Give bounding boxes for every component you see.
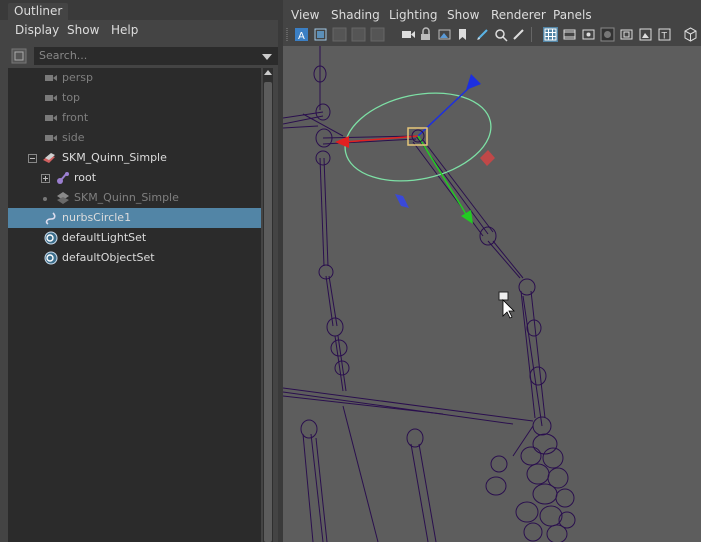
outliner-list: persp top front side SKM_Quinn_Simple ro… xyxy=(8,68,261,542)
menu-show[interactable]: Show xyxy=(447,8,479,22)
mouse-cursor-icon xyxy=(498,291,515,319)
outliner-item-front[interactable]: front xyxy=(8,108,261,128)
camera-icon xyxy=(45,115,57,121)
plane-handle-xz[interactable] xyxy=(480,150,495,166)
menu-view[interactable]: View xyxy=(291,8,319,22)
camera-icon xyxy=(45,75,57,81)
viewport-panel: View Shading Lighting Show Renderer Pane… xyxy=(283,0,701,542)
outliner-item-label: SKM_Quinn_Simple xyxy=(74,191,179,204)
outliner-tabbar: Outliner xyxy=(0,0,278,20)
set-icon xyxy=(44,251,58,265)
set-icon xyxy=(44,231,58,245)
select-camera-icon[interactable]: A xyxy=(294,27,309,42)
outliner-item-skm-quinn-mesh[interactable]: SKM_Quinn_Simple xyxy=(8,188,261,208)
resolution-gate-icon[interactable] xyxy=(581,27,596,42)
viewport-menubar: View Shading Lighting Show Renderer Pane… xyxy=(283,0,701,24)
outliner-item-label: front xyxy=(62,111,89,124)
outliner-item-label: defaultObjectSet xyxy=(62,251,155,264)
outliner-item-label: root xyxy=(74,171,97,184)
film-gate-icon[interactable] xyxy=(562,27,577,42)
menu-help[interactable]: Help xyxy=(111,23,138,37)
gate-mask-icon[interactable] xyxy=(600,27,615,42)
safe-action-icon[interactable] xyxy=(638,27,653,42)
viewport-toolbar: A T xyxy=(283,24,701,46)
outliner-item-label: top xyxy=(62,91,81,104)
filter-icon[interactable] xyxy=(10,47,28,65)
2d-pan-zoom-icon[interactable] xyxy=(493,27,508,42)
outliner-item-defaultobjectset[interactable]: defaultObjectSet xyxy=(8,248,261,268)
scroll-up-arrow-icon[interactable] xyxy=(264,70,272,75)
camera-icon xyxy=(45,135,57,141)
lock-camera-icon[interactable] xyxy=(419,27,434,42)
scene-view[interactable] xyxy=(283,46,701,542)
tree-dot-icon xyxy=(43,197,47,201)
pencil-icon[interactable] xyxy=(511,27,526,42)
safe-title-icon[interactable]: T xyxy=(657,27,672,42)
menu-lighting[interactable]: Lighting xyxy=(389,8,438,22)
outliner-item-top[interactable]: top xyxy=(8,88,261,108)
svg-text:T: T xyxy=(661,32,668,42)
outliner-item-label: persp xyxy=(62,71,93,84)
outliner-item-label: nurbsCircle1 xyxy=(62,211,132,224)
frame-selected-icon[interactable] xyxy=(332,27,347,42)
collapse-icon[interactable] xyxy=(28,154,37,163)
menu-shading[interactable]: Shading xyxy=(331,8,380,22)
grease-pencil-icon[interactable] xyxy=(475,27,490,42)
outliner-item-label: defaultLightSet xyxy=(62,231,147,244)
outliner-item-persp[interactable]: persp xyxy=(8,68,261,88)
outliner-item-defaultlightset[interactable]: defaultLightSet xyxy=(8,228,261,248)
search-row: Search... xyxy=(8,46,280,66)
frame-all-icon[interactable] xyxy=(313,27,328,42)
outliner-tab[interactable]: Outliner xyxy=(8,3,69,20)
camera-icon[interactable] xyxy=(401,27,416,42)
menu-panels[interactable]: Panels xyxy=(553,8,592,22)
field-chart-icon[interactable] xyxy=(619,27,634,42)
skeleton-wireframe xyxy=(283,46,576,542)
toolbar-separator xyxy=(531,27,532,42)
toolbar-grip-icon xyxy=(286,28,288,41)
wireframe-cube-icon[interactable] xyxy=(683,27,698,42)
curve-icon xyxy=(45,212,56,225)
search-input[interactable]: Search... xyxy=(34,47,280,65)
y-axis-handle[interactable] xyxy=(461,210,473,224)
3d-viewport[interactable] xyxy=(283,46,701,542)
bookmarks-icon[interactable] xyxy=(370,27,385,42)
outliner-panel: Outliner Display Show Help Search... per… xyxy=(0,0,280,542)
expand-icon[interactable] xyxy=(41,174,50,183)
group-icon xyxy=(43,153,55,163)
outliner-item-side[interactable]: side xyxy=(8,128,261,148)
outliner-item-root[interactable]: root xyxy=(8,168,261,188)
outliner-item-nurbscircle1[interactable]: nurbsCircle1 xyxy=(8,208,261,228)
mesh-icon xyxy=(57,192,69,204)
camera-icon xyxy=(45,95,57,101)
svg-text:A: A xyxy=(298,31,305,42)
outliner-item-skm-quinn-group[interactable]: SKM_Quinn_Simple xyxy=(8,148,261,168)
camera-attributes-icon[interactable] xyxy=(351,27,366,42)
z-axis-handle[interactable] xyxy=(466,74,481,90)
search-dropdown-arrow-icon[interactable] xyxy=(262,54,272,60)
outliner-scrollbar[interactable] xyxy=(263,68,273,542)
joint-icon xyxy=(57,172,69,184)
image-plane-icon[interactable] xyxy=(437,27,452,42)
menu-renderer[interactable]: Renderer xyxy=(491,8,546,22)
rotate-manipulator[interactable] xyxy=(335,74,499,224)
bookmark-flag-icon[interactable] xyxy=(455,27,470,42)
outliner-menubar: Display Show Help xyxy=(0,20,278,42)
menu-show[interactable]: Show xyxy=(67,23,99,37)
outliner-item-label: side xyxy=(62,131,85,144)
grid-icon[interactable] xyxy=(543,27,558,42)
scroll-thumb[interactable] xyxy=(264,82,272,542)
plane-handle-xy[interactable] xyxy=(395,194,409,208)
outliner-item-label: SKM_Quinn_Simple xyxy=(62,151,167,164)
menu-display[interactable]: Display xyxy=(15,23,59,37)
